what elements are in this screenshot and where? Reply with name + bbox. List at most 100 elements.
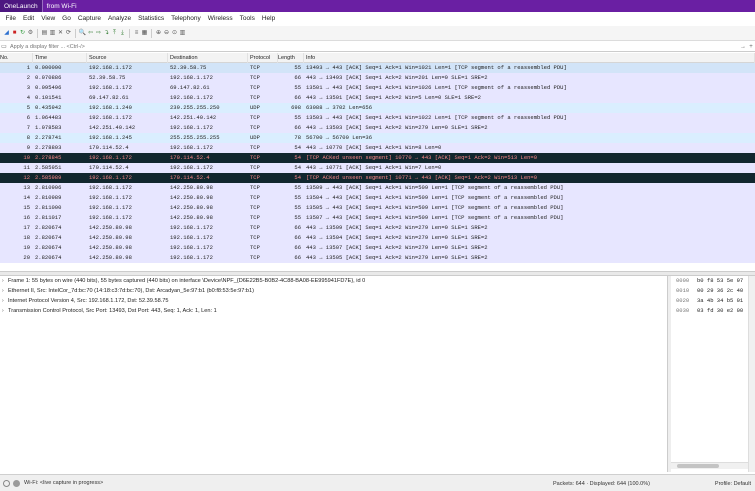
packet-cell-dst: 192.168.1.172 — [170, 244, 213, 251]
go-to-packet-icon[interactable]: ↴ — [103, 30, 110, 37]
apply-filter-icon[interactable]: → — [739, 43, 747, 51]
add-filter-icon[interactable]: + — [747, 43, 755, 51]
packet-row[interactable]: 13 2.810906 192.168.1.172 142.250.80.98 TCP 5… — [0, 183, 755, 193]
packet-row[interactable]: 18 2.820674 142.250.80.98 192.168.1.172 TCP 6… — [0, 233, 755, 243]
save-icon[interactable]: ▥ — [49, 30, 56, 37]
hex-row[interactable]: 0000 b0 f8 53 5e 97 — [671, 276, 755, 286]
packet-row[interactable]: 16 2.811017 192.168.1.172 142.250.80.98 TCP 5… — [0, 213, 755, 223]
packet-cell-no: 1 — [26, 64, 30, 71]
options-icon[interactable]: ⚙ — [27, 30, 34, 37]
packet-list-header: No. Time Source Destination Protocol Len… — [0, 53, 755, 63]
menu-statistics[interactable]: Statistics — [135, 15, 168, 22]
window-tab-onelaunch[interactable]: OneLaunch — [0, 0, 42, 12]
packet-cell-dst: 142.250.80.98 — [170, 184, 213, 191]
detail-tree-item[interactable]: › Frame 1: 55 bytes on wire (440 bits), 5… — [0, 276, 667, 286]
window-tab-capture[interactable]: from Wi-Fi — [43, 0, 81, 12]
menu-view[interactable]: View — [38, 15, 59, 22]
menu-file[interactable]: File — [2, 15, 19, 22]
go-forward-icon[interactable]: ⇨ — [95, 30, 102, 37]
menu-analyze[interactable]: Analyze — [104, 15, 134, 22]
menu-tools[interactable]: Tools — [236, 15, 258, 22]
colorize-icon[interactable]: ▦ — [141, 30, 148, 37]
packet-row[interactable]: 12 2.585989 192.168.1.172 170.114.52.4 TCP 54… — [0, 173, 755, 183]
open-file-icon[interactable]: ▤ — [41, 30, 48, 37]
toolbar-separator — [129, 28, 130, 38]
column-header-info[interactable]: Info — [304, 53, 755, 63]
column-header-protocol[interactable]: Protocol — [248, 53, 278, 63]
packet-cell-no: 15 — [23, 204, 30, 211]
shark-fin-icon[interactable]: ◢ — [3, 30, 10, 37]
packet-cell-proto: TCP — [250, 214, 260, 221]
packet-row[interactable]: 3 0.095496 192.168.1.172 69.147.82.61 TCP 55 1… — [0, 83, 755, 93]
menu-go[interactable]: Go — [59, 15, 75, 22]
display-filter-input[interactable] — [8, 42, 739, 51]
packet-row[interactable]: 2 0.070886 52.39.58.75 192.168.1.172 TCP 66 44… — [0, 73, 755, 83]
go-back-icon[interactable]: ⇦ — [87, 30, 94, 37]
last-packet-icon[interactable]: ⤓ — [119, 30, 126, 37]
scrollbar-thumb[interactable] — [677, 464, 719, 468]
main-toolbar: ◢ ■ ↻ ⚙ ▤ ▥ ✕ ⟳ 🔍 ⇦ ⇨ ↴ ⤒ ⤓ ≡ ▦ ⊕ ⊖ ⊙ ▥ — [0, 26, 755, 41]
detail-tree-item[interactable]: › Internet Protocol Version 4, Src: 192.1… — [0, 296, 667, 306]
profile-text[interactable]: Profile: Default — [715, 475, 751, 491]
packet-row[interactable]: 19 2.820674 142.250.80.98 192.168.1.172 TCP 6… — [0, 243, 755, 253]
hex-row[interactable]: 0020 3a 4b 34 b5 01 — [671, 296, 755, 306]
bookmark-icon[interactable]: ▭ — [0, 43, 8, 51]
column-header-length[interactable]: Length — [278, 53, 304, 63]
close-file-icon[interactable]: ✕ — [57, 30, 64, 37]
packet-list[interactable]: 1 0.000000 192.168.1.172 52.39.58.75 TCP 55 13… — [0, 63, 755, 271]
bytes-vertical-scrollbar[interactable] — [748, 276, 755, 472]
packet-row[interactable]: 8 2.278741 192.168.1.245 255.255.255.255 UDP… — [0, 133, 755, 143]
packet-cell-dst: 170.114.52.4 — [170, 154, 210, 161]
packet-cell-dst: 255.255.255.255 — [170, 134, 220, 141]
bytes-horizontal-scrollbar[interactable] — [671, 462, 748, 469]
packet-cell-info: 443 → 13505 [ACK] Seq=1 Ack=2 Win=279 Le… — [306, 254, 488, 261]
packet-cell-src: 69.147.82.61 — [89, 94, 129, 101]
menu-wireless[interactable]: Wireless — [204, 15, 236, 22]
packet-row[interactable]: 1 0.000000 192.168.1.172 52.39.58.75 TCP 55 13… — [0, 63, 755, 73]
packet-cell-proto: TCP — [250, 84, 260, 91]
packet-row[interactable]: 7 1.078583 142.251.40.142 192.168.1.172 TCP 6… — [0, 123, 755, 133]
column-header-destination[interactable]: Destination — [168, 53, 248, 63]
packet-row[interactable]: 4 0.101541 69.147.82.61 192.168.1.172 TCP 66 4… — [0, 93, 755, 103]
packet-cell-src: 142.251.40.142 — [89, 124, 136, 131]
menu-telephony[interactable]: Telephony — [168, 15, 205, 22]
packet-row[interactable]: 9 2.278803 170.114.52.4 192.168.1.172 TCP 54 4… — [0, 143, 755, 153]
column-header-no[interactable]: No. — [0, 53, 33, 63]
packet-row[interactable]: 11 2.585951 170.114.52.4 192.168.1.172 TCP 54… — [0, 163, 755, 173]
resize-columns-icon[interactable]: ▥ — [179, 30, 186, 37]
detail-tree-item[interactable]: › Transmission Control Protocol, Src Port… — [0, 306, 667, 316]
zoom-out-icon[interactable]: ⊖ — [163, 30, 170, 37]
packet-row[interactable]: 14 2.810989 192.168.1.172 142.250.80.98 TCP 5… — [0, 193, 755, 203]
menu-help[interactable]: Help — [258, 15, 278, 22]
packet-bytes-pane[interactable]: 0000 b0 f8 53 5e 97 0010 00 29 36 2c 40 0020… — [671, 276, 755, 472]
find-icon[interactable]: 🔍 — [79, 30, 86, 37]
menu-edit[interactable]: Edit — [19, 15, 37, 22]
packet-row[interactable]: 20 2.820674 142.250.80.98 192.168.1.172 TCP 6… — [0, 253, 755, 263]
menu-capture[interactable]: Capture — [74, 15, 104, 22]
packet-row[interactable]: 6 1.064483 192.168.1.172 142.251.40.142 TCP 5… — [0, 113, 755, 123]
zoom-in-icon[interactable]: ⊕ — [155, 30, 162, 37]
packet-row[interactable]: 5 0.435942 192.168.1.240 239.255.255.250 UDP… — [0, 103, 755, 113]
first-packet-icon[interactable]: ⤒ — [111, 30, 118, 37]
packet-details-pane[interactable]: › Frame 1: 55 bytes on wire (440 bits), 5… — [0, 276, 668, 472]
reload-icon[interactable]: ⟳ — [65, 30, 72, 37]
expert-info-icon[interactable] — [3, 479, 10, 487]
packet-row[interactable]: 17 2.820674 142.250.80.98 192.168.1.172 TCP 6… — [0, 223, 755, 233]
packet-row[interactable]: 15 2.811000 192.168.1.172 142.250.80.98 TCP 5… — [0, 203, 755, 213]
packet-cell-len: 66 — [294, 224, 301, 231]
capture-file-icon[interactable] — [13, 479, 20, 487]
hex-row[interactable]: 0010 00 29 36 2c 40 — [671, 286, 755, 296]
normal-size-icon[interactable]: ⊙ — [171, 30, 178, 37]
column-header-source[interactable]: Source — [87, 53, 168, 63]
packet-cell-src: 142.250.80.98 — [89, 254, 132, 261]
packet-row[interactable]: 10 2.278845 192.168.1.172 170.114.52.4 TCP 54… — [0, 153, 755, 163]
detail-tree-item[interactable]: › Ethernet II, Src: IntelCor_7d:bc:70 (14… — [0, 286, 667, 296]
hex-row[interactable]: 0030 03 fd 30 e2 00 — [671, 306, 755, 316]
stop-icon[interactable]: ■ — [11, 30, 18, 37]
packet-cell-src: 192.168.1.172 — [89, 84, 132, 91]
packet-cell-dst: 142.250.80.98 — [170, 194, 213, 201]
packet-cell-proto: TCP — [250, 94, 260, 101]
autoscroll-icon[interactable]: ≡ — [133, 30, 140, 37]
column-header-time[interactable]: Time — [33, 53, 87, 63]
restart-icon[interactable]: ↻ — [19, 30, 26, 37]
